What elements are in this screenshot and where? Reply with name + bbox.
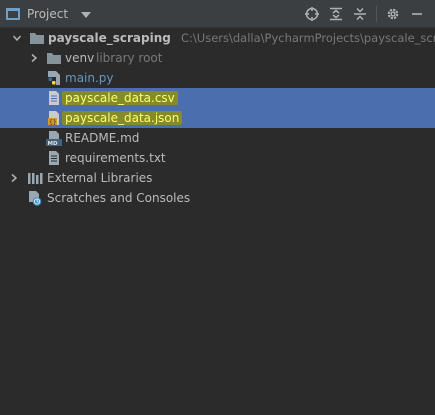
python-file-icon bbox=[46, 70, 62, 86]
text-file-icon bbox=[46, 90, 62, 106]
venv-folder-name: venv bbox=[65, 51, 95, 65]
json-file-icon: {} bbox=[46, 110, 62, 126]
file-name-readme-md: README.md bbox=[65, 131, 140, 145]
chevron-down-icon[interactable] bbox=[12, 33, 22, 43]
tree-row-main-py[interactable]: main.py bbox=[0, 68, 435, 88]
minimize-icon[interactable] bbox=[407, 4, 427, 24]
toolbar-actions bbox=[298, 4, 427, 24]
tree-row-scratches-consoles[interactable]: Scratches and Consoles bbox=[0, 188, 435, 208]
tree-row-requirements-txt[interactable]: requirements.txt bbox=[0, 148, 435, 168]
file-name-payscale-data-json: payscale_data.json bbox=[62, 111, 183, 125]
root-folder-path: C:\Users\dalla\PycharmProjects\payscale_… bbox=[181, 31, 435, 45]
text-file-icon bbox=[46, 150, 62, 166]
chevron-right-icon[interactable] bbox=[9, 173, 19, 183]
tree-row-payscale-data-json[interactable]: {} payscale_data.json bbox=[0, 108, 435, 128]
project-icon bbox=[6, 8, 20, 20]
gear-icon[interactable] bbox=[383, 4, 403, 24]
file-name-requirements-txt: requirements.txt bbox=[65, 151, 166, 165]
tree-row-payscale-data-csv[interactable]: payscale_data.csv bbox=[0, 88, 435, 108]
scratches-consoles-label: Scratches and Consoles bbox=[47, 191, 191, 205]
chevron-right-icon[interactable] bbox=[29, 53, 39, 63]
file-name-main-py: main.py bbox=[65, 71, 114, 85]
project-tree: payscale_scraping C:\Users\dalla\Pycharm… bbox=[0, 28, 435, 208]
venv-library-root: library root bbox=[96, 51, 163, 65]
library-icon bbox=[27, 170, 43, 186]
file-name-payscale-data-csv: payscale_data.csv bbox=[62, 91, 178, 105]
tree-row-readme-md[interactable]: MD README.md bbox=[0, 128, 435, 148]
expand-all-icon[interactable] bbox=[326, 4, 346, 24]
root-folder-name: payscale_scraping bbox=[48, 31, 171, 45]
tree-row-venv[interactable]: venv library root bbox=[0, 48, 435, 68]
project-view-selector[interactable]: Project bbox=[6, 4, 92, 24]
collapse-all-icon[interactable] bbox=[350, 4, 370, 24]
locate-icon[interactable] bbox=[302, 4, 322, 24]
folder-icon bbox=[29, 30, 45, 46]
external-libraries-label: External Libraries bbox=[47, 171, 153, 185]
project-view-title: Project bbox=[27, 7, 69, 21]
scratches-icon bbox=[27, 190, 43, 206]
svg-text:MD: MD bbox=[48, 141, 58, 146]
markdown-file-icon: MD bbox=[46, 130, 62, 146]
tree-row-root[interactable]: payscale_scraping C:\Users\dalla\Pycharm… bbox=[0, 28, 435, 48]
chevron-down-icon[interactable] bbox=[81, 11, 92, 18]
toolbar-separator bbox=[376, 6, 377, 22]
svg-text:{}: {} bbox=[49, 119, 57, 126]
folder-icon bbox=[46, 50, 62, 66]
project-toolbar: Project bbox=[0, 0, 435, 28]
tree-row-external-libraries[interactable]: External Libraries bbox=[0, 168, 435, 188]
